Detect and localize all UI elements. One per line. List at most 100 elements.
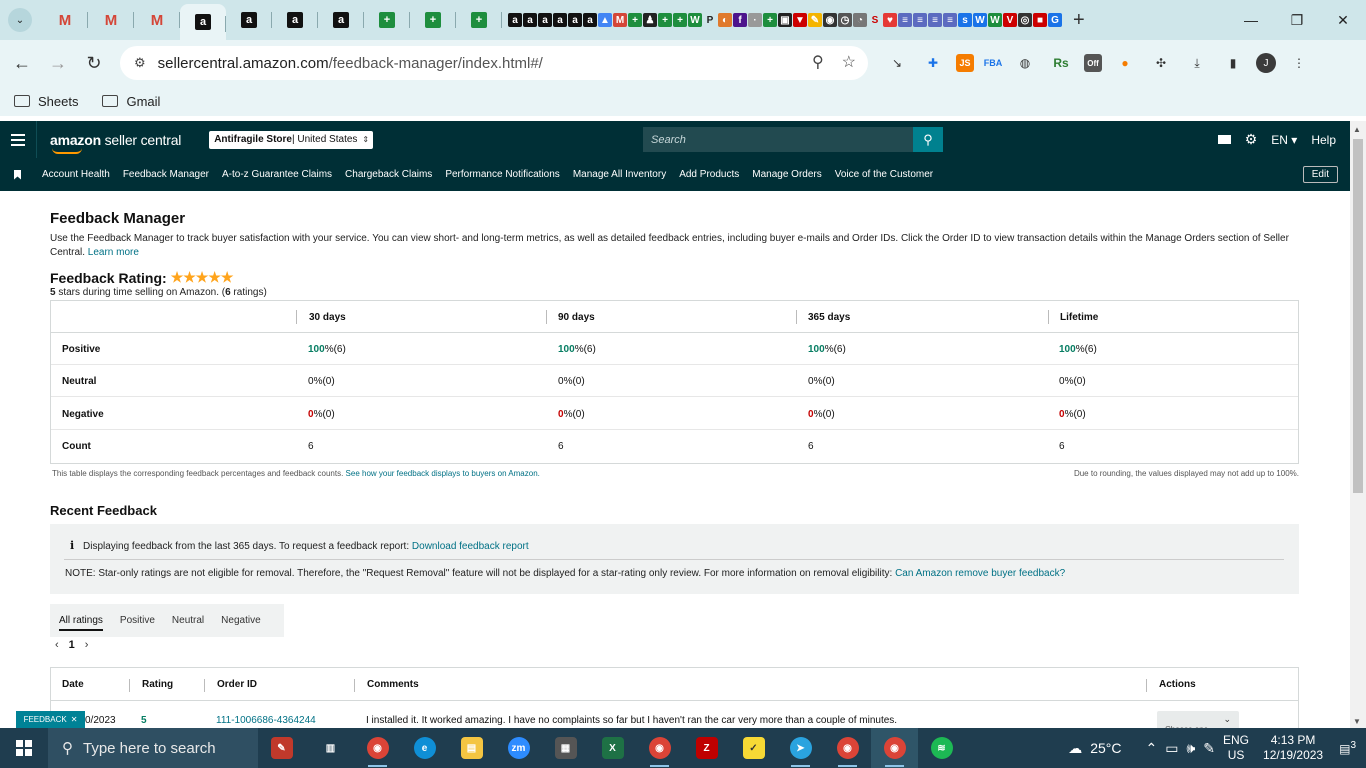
taskbar-chrome-3[interactable]: ◉ <box>871 728 918 768</box>
taskbar-zoom[interactable]: zm <box>495 728 542 768</box>
nav-feedback-manager[interactable]: Feedback Manager <box>123 169 209 180</box>
tab-gmail-1[interactable]: M <box>42 0 88 40</box>
app-icon[interactable]: ▼ <box>793 13 807 27</box>
tab-all-ratings[interactable]: All ratings <box>59 615 103 631</box>
minimize-button[interactable]: — <box>1228 0 1274 40</box>
app-icon[interactable]: ◎ <box>1018 13 1032 27</box>
tab-search-button[interactable]: ⌄ <box>8 8 32 32</box>
weather-icon[interactable]: ☁ <box>1068 740 1082 757</box>
app-icon[interactable]: P <box>703 13 717 27</box>
help-link[interactable]: Help <box>1311 133 1336 147</box>
feedback-widget-tab[interactable]: FEEDBACK ✕ <box>16 711 85 728</box>
language-selector[interactable]: EN ▾ <box>1271 133 1297 147</box>
close-window-button[interactable]: ✕ <box>1320 0 1366 40</box>
taskbar-search[interactable]: ⚲ Type here to search <box>48 728 258 768</box>
app-icon[interactable]: ✎ <box>808 13 822 27</box>
battery-icon[interactable]: ▭ <box>1165 740 1178 757</box>
nav-manage-inventory[interactable]: Manage All Inventory <box>573 169 666 180</box>
seller-central-logo[interactable]: amazon seller central <box>50 132 181 154</box>
clock[interactable]: 4:13 PM 12/19/2023 <box>1263 733 1323 763</box>
tab-amazon-2[interactable]: a <box>226 0 272 40</box>
pen-icon[interactable]: ✎ <box>1203 740 1215 757</box>
taskbar-telegram[interactable]: ➤ <box>777 728 824 768</box>
app-icon[interactable]: S <box>868 13 882 27</box>
zoom-icon[interactable]: ⚲ <box>812 52 824 72</box>
amazon-icon[interactable]: a <box>553 13 567 27</box>
tab-neutral[interactable]: Neutral <box>172 615 204 626</box>
download-icon[interactable]: ⤓ <box>1184 50 1210 76</box>
bookmark-icon[interactable] <box>14 169 21 180</box>
scroll-down-icon[interactable]: ▼ <box>1353 717 1361 726</box>
amazon-icon[interactable]: a <box>568 13 582 27</box>
tab-amazon-3[interactable]: a <box>272 0 318 40</box>
extension-icon[interactable]: ● <box>1112 50 1138 76</box>
amazon-icon[interactable]: a <box>508 13 522 27</box>
tab-sheets-2[interactable]: + <box>410 0 456 40</box>
next-page-icon[interactable]: › <box>85 639 89 651</box>
mail-icon[interactable] <box>1217 135 1231 144</box>
address-bar[interactable]: ⚙ sellercentral.amazon.com/feedback-mana… <box>120 46 868 80</box>
scrollbar-thumb[interactable] <box>1353 139 1363 493</box>
tab-positive[interactable]: Positive <box>120 615 155 626</box>
sheets-icon[interactable]: + <box>763 13 777 27</box>
site-info-icon[interactable]: ⚙ <box>134 55 146 71</box>
tab-amazon-active[interactable]: a <box>180 4 226 40</box>
extension-icon[interactable]: ◍ <box>1012 50 1038 76</box>
bookmark-gmail[interactable]: Gmail <box>102 94 160 109</box>
nav-manage-orders[interactable]: Manage Orders <box>752 169 821 180</box>
close-icon[interactable]: ✕ <box>71 715 78 724</box>
tab-amazon-4[interactable]: a <box>318 0 364 40</box>
bookmark-sheets[interactable]: Sheets <box>14 94 78 109</box>
amazon-icon[interactable]: a <box>523 13 537 27</box>
forward-button[interactable]: → <box>40 45 76 81</box>
current-page[interactable]: 1 <box>69 639 75 651</box>
tab-sheets-3[interactable]: + <box>456 0 502 40</box>
prev-page-icon[interactable]: ‹ <box>55 639 59 651</box>
app-icon[interactable]: W <box>973 13 987 27</box>
taskbar-file-explorer[interactable]: ▤ <box>448 728 495 768</box>
nav-a-to-z-claims[interactable]: A-to-z Guarantee Claims <box>222 169 332 180</box>
taskbar-task-view[interactable]: ▥ <box>307 728 354 768</box>
extension-icon[interactable]: FBA <box>984 54 1002 72</box>
app-icon[interactable]: · <box>748 13 762 27</box>
app-icon[interactable]: V <box>1003 13 1017 27</box>
extension-icon[interactable]: ✚ <box>920 50 946 76</box>
search-input[interactable]: Search <box>643 127 913 152</box>
bookmark-star-icon[interactable]: ☆ <box>842 52 856 72</box>
extension-icon[interactable]: ↘ <box>884 50 910 76</box>
taskbar-edge[interactable]: e <box>401 728 448 768</box>
tab-gmail-3[interactable]: M <box>134 0 180 40</box>
taskbar-calculator[interactable]: ▦ <box>542 728 589 768</box>
list-icon[interactable]: ≡ <box>898 13 912 27</box>
nav-performance-notifications[interactable]: Performance Notifications <box>445 169 560 180</box>
sheets-icon[interactable]: W <box>688 13 702 27</box>
taskbar-excel[interactable]: X <box>589 728 636 768</box>
taskbar-app-character[interactable]: ✎ <box>258 728 305 768</box>
side-panel-icon[interactable]: ▮ <box>1220 50 1246 76</box>
fedex-icon[interactable]: f <box>733 13 747 27</box>
volume-icon[interactable]: 🕪 <box>1186 740 1195 757</box>
taskbar-sticky-notes[interactable]: ✓ <box>730 728 777 768</box>
tab-gmail-2[interactable]: M <box>88 0 134 40</box>
profile-avatar[interactable]: J <box>1256 53 1276 73</box>
google-icon[interactable]: G <box>1048 13 1062 27</box>
sheets-icon[interactable]: + <box>673 13 687 27</box>
taskbar-chrome-profile[interactable]: ◉ <box>636 728 683 768</box>
app-icon[interactable]: ◐ <box>718 13 732 27</box>
app-icon[interactable]: ◷ <box>838 13 852 27</box>
feedback-display-link[interactable]: See how your feedback displays to buyers… <box>346 469 540 478</box>
start-button[interactable] <box>0 728 48 768</box>
app-icon[interactable]: ◉ <box>823 13 837 27</box>
gmail-icon[interactable]: M <box>613 13 627 27</box>
weather-temp[interactable]: 25°C <box>1090 740 1121 756</box>
tab-sheets-1[interactable]: + <box>364 0 410 40</box>
nav-add-products[interactable]: Add Products <box>679 169 739 180</box>
download-report-link[interactable]: Download feedback report <box>412 541 529 552</box>
order-id-link[interactable]: 111-1006686-4364244 <box>216 715 316 726</box>
nav-chargeback-claims[interactable]: Chargeback Claims <box>345 169 432 180</box>
learn-more-link[interactable]: Learn more <box>88 247 139 258</box>
app-icon[interactable]: ♥ <box>883 13 897 27</box>
new-tab-button[interactable]: + <box>1073 9 1085 32</box>
list-icon[interactable]: ≡ <box>928 13 942 27</box>
taskbar-filezilla[interactable]: Z <box>683 728 730 768</box>
